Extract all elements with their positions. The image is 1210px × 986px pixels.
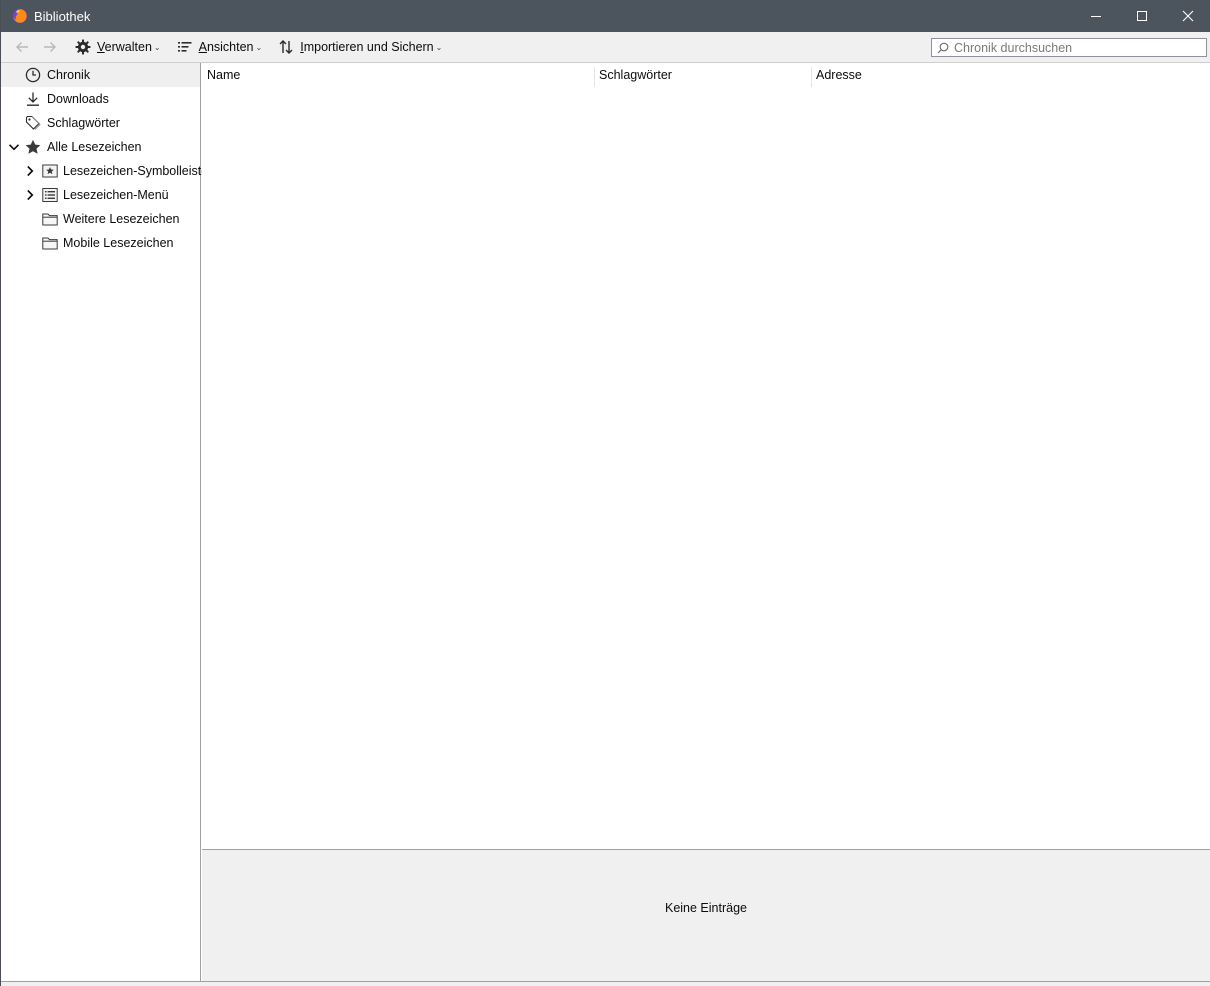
column-headers: Name Schlagwörter Adresse <box>202 63 1210 87</box>
import-backup-menu-button[interactable]: Importieren und Sichern ⌄ <box>273 34 447 60</box>
sidebar-item-bookmarks-toolbar[interactable]: Lesezeichen-Symbolleiste <box>1 159 208 183</box>
sidebar-item-label: Lesezeichen-Symbolleiste <box>63 164 209 178</box>
clock-icon <box>25 67 41 83</box>
sidebar-item-label: Lesezeichen-Menü <box>63 188 169 202</box>
arrow-right-icon <box>44 42 56 52</box>
chevron-right-icon[interactable] <box>24 189 36 201</box>
chevron-down-icon: ⌄ <box>153 42 161 52</box>
history-list[interactable] <box>202 87 1210 849</box>
column-header-address[interactable]: Adresse <box>811 63 1210 87</box>
sidebar-item-all-bookmarks[interactable]: Alle Lesezeichen <box>1 135 200 159</box>
bookmarks-menu-icon <box>42 187 58 203</box>
manage-menu-label: Verwalten <box>97 40 152 54</box>
library-sidebar-tree: Chronik Downloads Schlagwörter Alle Lese… <box>1 63 208 981</box>
folder-icon <box>42 235 58 251</box>
library-window: Bibliothek Verwalten ⌄ Ansichten ⌄ Impor… <box>0 0 1210 986</box>
minimize-button[interactable] <box>1073 0 1119 32</box>
chevron-down-icon: ⌄ <box>255 42 263 52</box>
sidebar-item-label: Schlagwörter <box>47 116 120 130</box>
import-backup-menu-label: Importieren und Sichern <box>300 40 434 54</box>
close-button[interactable] <box>1165 0 1210 32</box>
manage-menu-button[interactable]: Verwalten ⌄ <box>70 34 166 60</box>
sidebar-item-label: Weitere Lesezeichen <box>63 212 180 226</box>
sidebar-item-label: Downloads <box>47 92 109 106</box>
bookmarks-toolbar-icon <box>42 163 58 179</box>
search-input[interactable] <box>954 40 1194 55</box>
chevron-right-icon[interactable] <box>24 165 36 177</box>
sidebar-item-history[interactable]: Chronik <box>1 63 200 87</box>
history-search-box[interactable] <box>931 38 1207 57</box>
views-menu-label: Ansichten <box>198 40 254 54</box>
sidebar-item-label: Alle Lesezeichen <box>47 140 142 154</box>
sidebar-item-mobile-bookmarks[interactable]: Mobile Lesezeichen <box>1 231 200 255</box>
window-bottom-border <box>1 981 1210 986</box>
search-icon <box>937 42 949 53</box>
sidebar-item-downloads[interactable]: Downloads <box>1 87 200 111</box>
sidebar-item-bookmarks-menu[interactable]: Lesezeichen-Menü <box>1 183 200 207</box>
window-controls <box>1073 0 1210 32</box>
firefox-icon <box>12 8 28 24</box>
sidebar-item-label: Chronik <box>47 68 91 82</box>
empty-message: Keine Einträge <box>664 901 747 915</box>
chevron-down-icon: ⌄ <box>435 42 443 52</box>
content-pane: Name Schlagwörter Adresse Keine Einträge <box>202 63 1210 981</box>
sidebar-item-other-bookmarks[interactable]: Weitere Lesezeichen <box>1 207 200 231</box>
close-icon <box>1182 10 1194 22</box>
details-pane: Keine Einträge <box>202 849 1210 981</box>
forward-button[interactable] <box>36 35 64 59</box>
folder-icon <box>42 211 58 227</box>
column-header-tags[interactable]: Schlagwörter <box>594 63 811 87</box>
download-icon <box>25 91 41 107</box>
list-view-icon <box>177 42 192 52</box>
minimize-icon <box>1091 16 1101 17</box>
sidebar-item-label: Mobile Lesezeichen <box>63 236 174 250</box>
sidebar-item-tags[interactable]: Schlagwörter <box>1 111 200 135</box>
star-icon <box>25 139 41 155</box>
maximize-icon <box>1137 11 1147 21</box>
maximize-button[interactable] <box>1119 0 1165 32</box>
gear-icon <box>75 39 91 55</box>
views-menu-button[interactable]: Ansichten ⌄ <box>172 34 268 60</box>
import-export-icon <box>279 40 293 54</box>
window-title: Bibliothek <box>34 8 91 24</box>
chevron-down-icon[interactable] <box>8 141 20 153</box>
back-button[interactable] <box>8 35 36 59</box>
tag-icon <box>25 115 41 131</box>
title-bar: Bibliothek <box>1 0 1210 32</box>
column-header-name[interactable]: Name <box>202 63 594 87</box>
toolbar: Verwalten ⌄ Ansichten ⌄ Importieren und … <box>1 32 1210 63</box>
arrow-left-icon <box>16 42 28 52</box>
